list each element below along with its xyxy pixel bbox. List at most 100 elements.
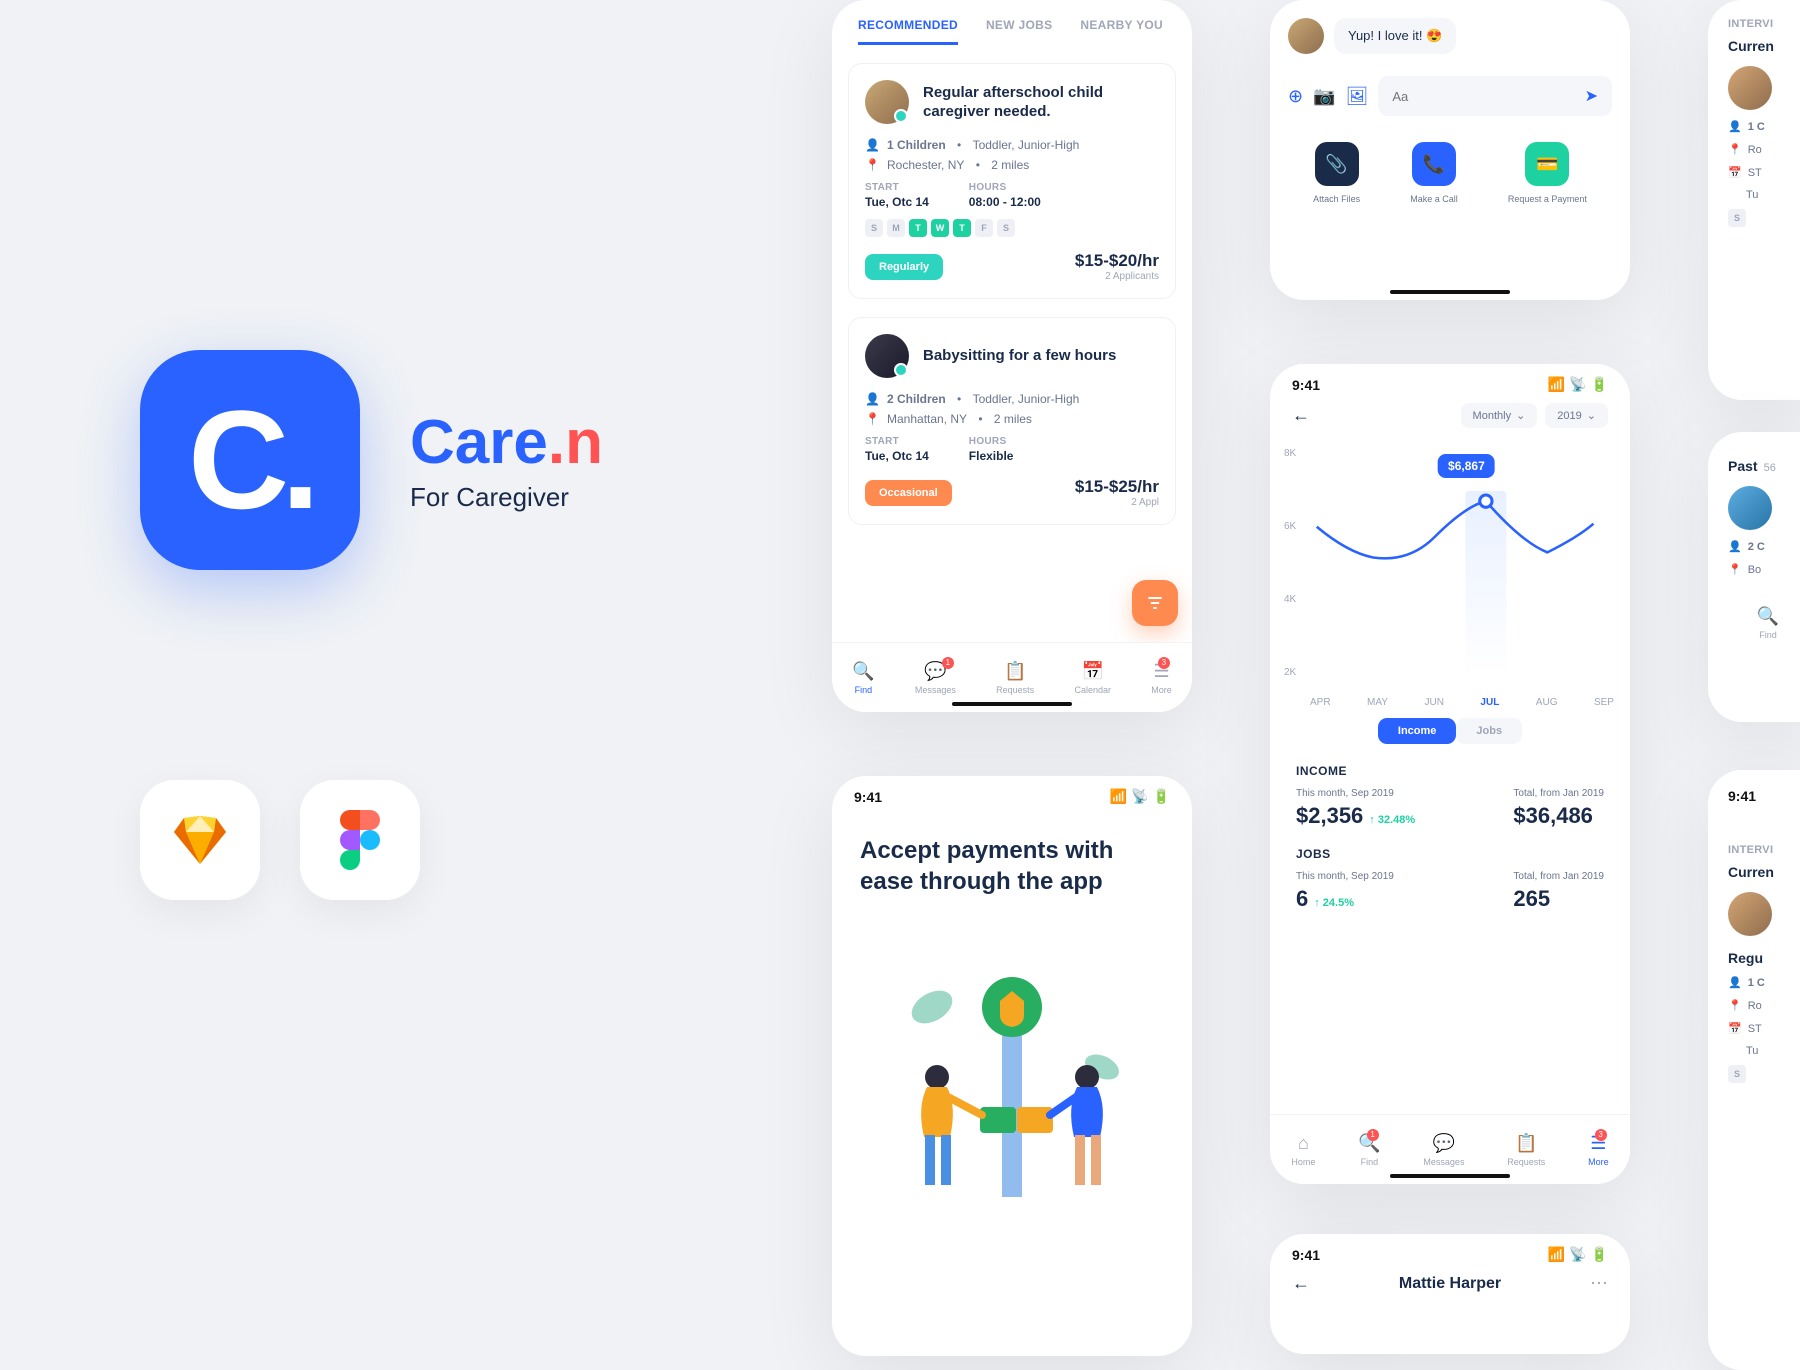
period-select[interactable]: Monthly⌄ <box>1461 403 1538 428</box>
nav-more[interactable]: ☰3More <box>1588 1133 1609 1167</box>
day-m: M <box>887 219 905 237</box>
payment-action[interactable]: 💳Request a Payment <box>1508 142 1587 206</box>
send-icon[interactable]: ➤ <box>1585 86 1598 106</box>
nav-messages[interactable]: 💬Messages <box>1423 1133 1464 1167</box>
applicants: 2 Applicants <box>1075 271 1159 282</box>
more-icon[interactable]: ⋯ <box>1590 1273 1608 1294</box>
hours-label: HOURS <box>969 436 1014 447</box>
app-icon: C. <box>140 350 360 570</box>
person-icon: 👤 <box>865 392 879 406</box>
children: 2 C <box>1748 541 1765 553</box>
day: S <box>1728 1065 1746 1083</box>
attach-action[interactable]: 📎 Attach Files <box>1313 142 1360 206</box>
nav-calendar[interactable]: 📅Calendar <box>1074 661 1111 695</box>
delta: ↑ 32.48% <box>1369 814 1415 826</box>
stat-label: This month, Sep 2019 <box>1296 788 1415 799</box>
nav-label: Find <box>855 685 873 695</box>
start-value: Tue, Otc 14 <box>865 449 929 463</box>
app-icon-letter: C. <box>188 379 312 541</box>
nav-requests[interactable]: 📋Requests <box>1507 1133 1545 1167</box>
action-label: Attach Files <box>1313 194 1360 206</box>
tab-nearby[interactable]: NEARBY YOU <box>1080 18 1163 45</box>
person-icon: 👤 <box>1728 976 1742 989</box>
start-label: START <box>865 436 929 447</box>
back-button[interactable]: ← <box>1292 1273 1310 1294</box>
start-label: START <box>865 182 929 193</box>
back-button[interactable]: ← <box>1292 405 1310 426</box>
pin-icon: 📍 <box>1728 999 1742 1012</box>
seg-jobs[interactable]: Jobs <box>1456 718 1522 744</box>
nav-more[interactable]: ☰3More <box>1151 661 1172 695</box>
onboarding-screen: 9:41 📶 📡 🔋 Accept payments with ease thr… <box>832 776 1192 1356</box>
brand-subtitle: For Caregiver <box>410 482 603 513</box>
children-ages: Toddler, Junior-High <box>973 138 1080 152</box>
brand-text: Care.n For Caregiver <box>410 407 603 513</box>
nav-label: Calendar <box>1074 685 1111 695</box>
section-label: INTERVI <box>1728 844 1800 856</box>
filter-button[interactable] <box>1132 580 1178 626</box>
start: ST <box>1748 1023 1762 1035</box>
tab-new-jobs[interactable]: NEW JOBS <box>986 18 1052 45</box>
search-icon: 🔍 <box>852 661 874 682</box>
plus-icon[interactable]: ⊕ <box>1288 86 1303 107</box>
tick-active: JUL <box>1480 697 1499 708</box>
brand-block: C. Care.n For Caregiver <box>140 350 603 570</box>
chevron-down-icon: ⌄ <box>1516 409 1525 422</box>
call-action[interactable]: 📞Make a Call <box>1410 142 1458 206</box>
tick: MAY <box>1367 697 1388 708</box>
partial-interview: INTERVI Curren 👤1 C 📍Ro 📅ST Tu S <box>1708 0 1800 400</box>
chat-input-row: ⊕ 📷 🖼 ➤ <box>1288 76 1612 116</box>
nav-messages[interactable]: 💬1Messages <box>915 661 956 695</box>
nav-find[interactable]: 🔍1Find <box>1358 1133 1380 1167</box>
nav-find-partial[interactable]: 🔍Find <box>1728 606 1800 640</box>
day-w: W <box>931 219 949 237</box>
avatar <box>865 80 909 124</box>
job-location: Manhattan, NY <box>887 412 967 426</box>
contact-name: Mattie Harper <box>1399 1275 1501 1293</box>
nav-requests[interactable]: 📋Requests <box>996 661 1034 695</box>
date: Tu <box>1746 1045 1758 1057</box>
job-distance: 2 miles <box>991 158 1029 172</box>
badge-occasional: Occasional <box>865 480 952 506</box>
nav-find[interactable]: 🔍 Find <box>852 661 874 695</box>
message-detail-screen: 9:41 📶 📡 🔋 ← Mattie Harper ⋯ <box>1270 1234 1630 1354</box>
jobs-heading: JOBS <box>1296 847 1604 861</box>
tick: 4K <box>1284 594 1296 605</box>
job-title: Regular afterschool child caregiver need… <box>923 83 1159 122</box>
job-card[interactable]: Regular afterschool child caregiver need… <box>848 63 1176 299</box>
home-icon: ⌂ <box>1298 1133 1309 1154</box>
tab-recommended[interactable]: RECOMMENDED <box>858 18 958 45</box>
job-card[interactable]: Babysitting for a few hours 👤2 Children … <box>848 317 1176 525</box>
year-select[interactable]: 2019⌄ <box>1545 403 1608 428</box>
income-month: $2,356 <box>1296 803 1363 828</box>
status-time: 9:41 <box>1728 788 1800 804</box>
seg-income[interactable]: Income <box>1378 718 1457 744</box>
camera-icon[interactable]: 📷 <box>1313 86 1335 107</box>
jobs-total: 265 <box>1513 886 1604 912</box>
message-field[interactable]: ➤ <box>1378 76 1612 116</box>
nav-label: More <box>1588 1157 1609 1167</box>
avatar <box>1728 892 1772 936</box>
job-title: Babysitting for a few hours <box>923 346 1116 366</box>
chart-svg <box>1286 448 1614 708</box>
nav-label: Find <box>1759 630 1777 640</box>
nav-home[interactable]: ⌂Home <box>1291 1133 1315 1167</box>
status-time: 9:41 <box>1292 1247 1320 1263</box>
partial-past: Past56 👤2 C 📍Bo 🔍Find <box>1708 432 1800 722</box>
status-bar: 9:41 📶 📡 🔋 <box>832 776 1192 811</box>
message-input[interactable] <box>1392 89 1584 104</box>
income-chart: 8K 6K 4K 2K $6,867 APR MAY JUN JUL AUG S… <box>1286 448 1614 708</box>
segment-control: Income Jobs <box>1270 718 1630 744</box>
status-bar: 9:41 📶 📡 🔋 <box>1270 364 1630 399</box>
days-row: S M T W T F S <box>865 219 1159 237</box>
chat-actions: 📎 Attach Files 📞Make a Call 💳Request a Pa… <box>1288 142 1612 206</box>
avatar <box>865 334 909 378</box>
stat-label: This month, Sep 2019 <box>1296 871 1394 882</box>
tick: JUN <box>1424 697 1443 708</box>
loc: Bo <box>1748 564 1761 576</box>
applicants: 2 Appl <box>1075 497 1159 508</box>
image-icon[interactable]: 🖼 <box>1346 86 1369 107</box>
attach-icon: 📎 <box>1315 142 1359 186</box>
tick: 6K <box>1284 521 1296 532</box>
hours-value: Flexible <box>969 449 1014 463</box>
